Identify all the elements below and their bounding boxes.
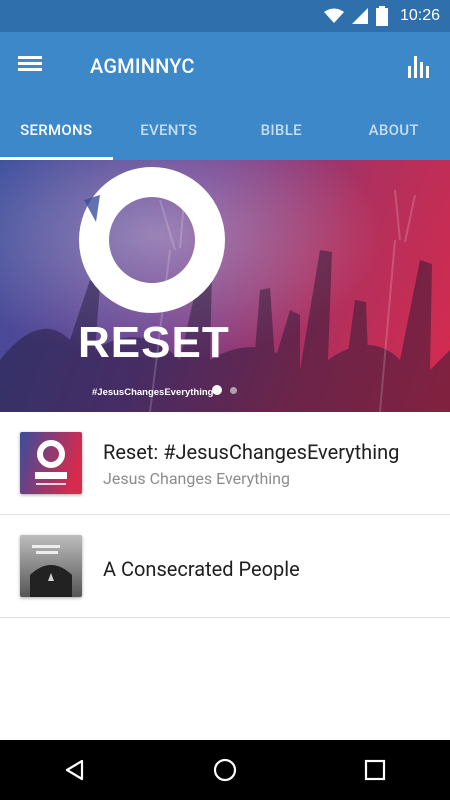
app-bar: AGMINNYC [0, 32, 450, 100]
hero-banner[interactable]: RESET #JesusChangesEverything [0, 160, 450, 412]
sermon-subtitle: Jesus Changes Everything [103, 469, 290, 488]
sermon-list: Reset: #JesusChangesEverything Jesus Cha… [0, 412, 450, 618]
tab-events[interactable]: EVENTS [113, 100, 226, 160]
menu-icon[interactable] [18, 52, 52, 80]
system-nav-bar [0, 740, 450, 800]
recents-icon[interactable] [345, 740, 405, 800]
carousel-dot-1[interactable] [212, 385, 222, 395]
carousel-dot-2[interactable] [230, 386, 237, 394]
crowd-background-image [0, 160, 450, 412]
sermon-thumbnail [20, 432, 82, 494]
app-title: AGMINNYC [90, 54, 195, 78]
wifi-icon [323, 8, 344, 23]
tab-bible[interactable]: BIBLE [225, 100, 338, 160]
list-item[interactable]: Reset: #JesusChangesEverything Jesus Cha… [0, 412, 450, 515]
sermon-title: A Consecrated People [103, 557, 300, 581]
sermon-thumbnail [20, 535, 82, 597]
hero-hashtag: #JesusChangesEverything [92, 387, 214, 398]
tab-about[interactable]: ABOUT [338, 100, 450, 160]
list-item[interactable]: A Consecrated People [0, 515, 450, 618]
tab-bar: SERMONS EVENTS BIBLE ABOUT [0, 100, 450, 160]
home-icon[interactable] [195, 740, 255, 800]
status-bar: 10:26 [0, 0, 450, 32]
signal-icon [351, 8, 368, 24]
back-icon[interactable] [45, 740, 105, 800]
sermon-title: Reset: #JesusChangesEverything [103, 440, 400, 464]
status-icons: 10:26 [323, 0, 440, 32]
status-time: 10:26 [399, 7, 440, 24]
tab-sermons[interactable]: SERMONS [0, 100, 113, 160]
hero-title: RESET [78, 318, 230, 367]
bar-chart-icon[interactable] [406, 52, 434, 80]
carousel-indicator [212, 385, 237, 395]
battery-icon [375, 6, 388, 26]
